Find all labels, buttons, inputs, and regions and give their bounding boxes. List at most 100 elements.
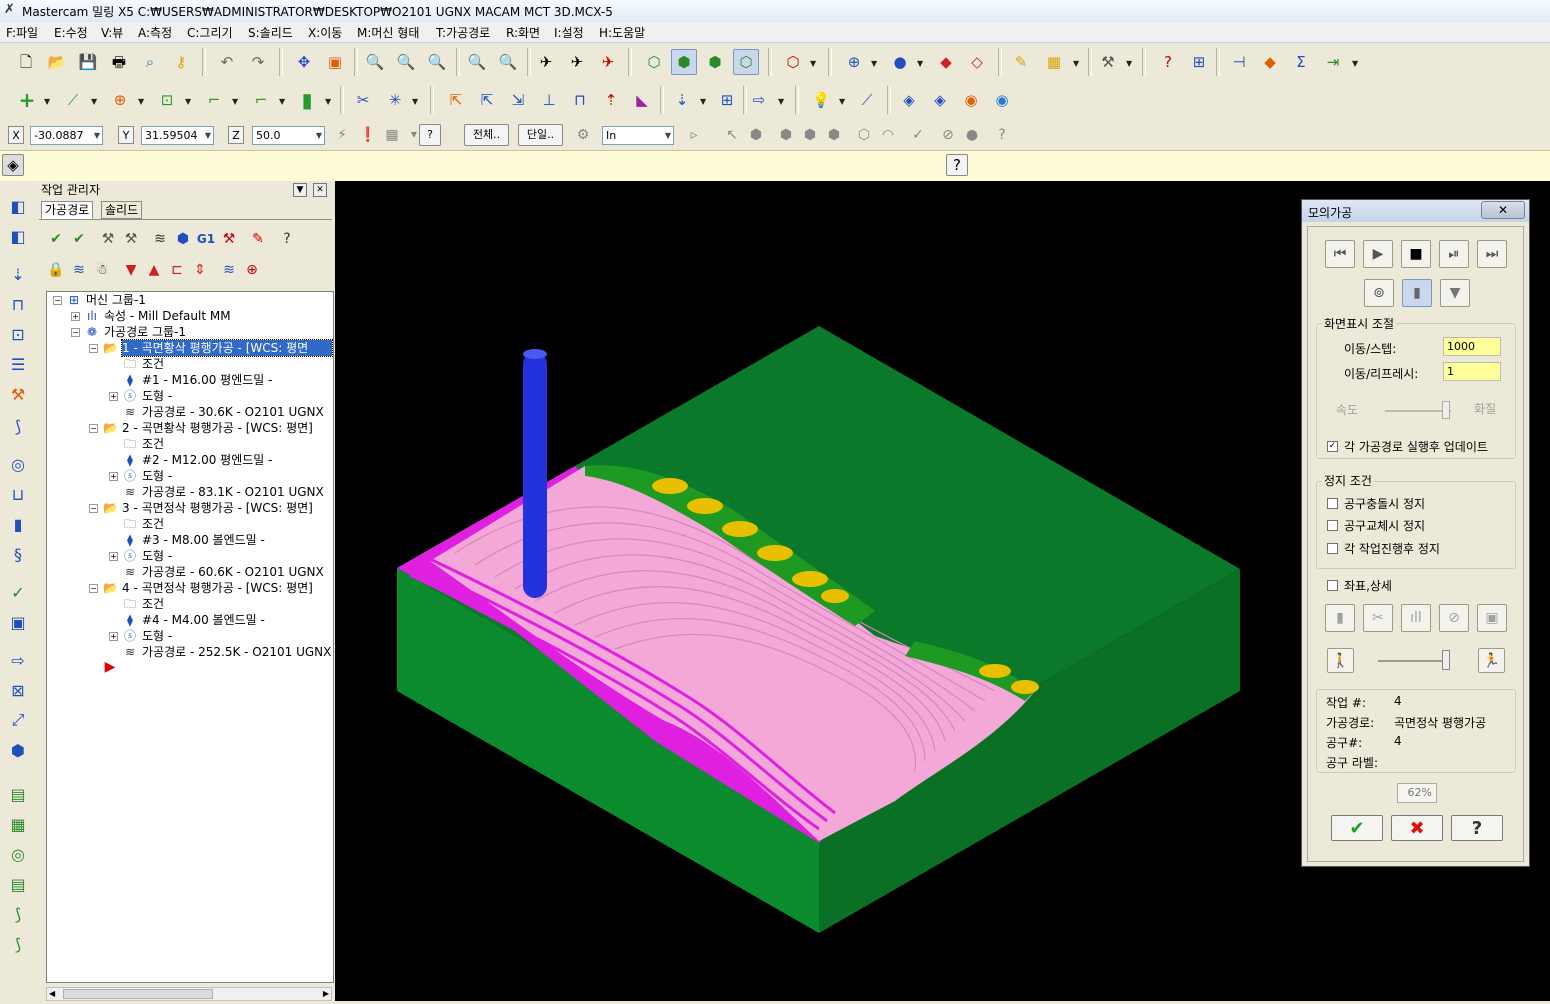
- fast-button[interactable]: 🏃: [1478, 648, 1505, 673]
- hidden-line-icon[interactable]: ⬢: [702, 49, 728, 75]
- help-button[interactable]: ?: [419, 124, 441, 146]
- surface-icon[interactable]: ▮: [294, 87, 320, 113]
- delete-icon[interactable]: ◇: [964, 49, 990, 75]
- undo-icon[interactable]: ↶: [214, 49, 240, 75]
- move-icon[interactable]: ⇨: [746, 87, 772, 113]
- move-updown-icon[interactable]: ⇕: [189, 259, 211, 281]
- tree-operation-3[interactable]: 3 - 곡면정삭 평행가공 - [WCS: 평면]: [122, 500, 313, 516]
- nest-icon[interactable]: ⊠: [5, 677, 31, 703]
- settings-gear-icon[interactable]: ⚙: [573, 124, 593, 146]
- pan-icon[interactable]: ✥: [291, 49, 317, 75]
- update-checkbox[interactable]: ✓: [1327, 441, 1338, 452]
- tree-properties[interactable]: 속성 - Mill Default MM: [104, 308, 231, 324]
- wire-surface-icon[interactable]: ▤: [5, 781, 31, 807]
- chevron-down-icon[interactable]: ▼: [1126, 59, 1132, 68]
- tree-parameters[interactable]: 조건: [142, 356, 164, 372]
- regen-icon[interactable]: ✈: [595, 49, 621, 75]
- body-select-icon[interactable]: ⬢: [800, 124, 820, 146]
- translate-icon[interactable]: ⇱: [443, 87, 469, 113]
- surface-hatch-icon[interactable]: ▦: [5, 811, 31, 837]
- globe-icon[interactable]: ⊕: [841, 49, 867, 75]
- sigma-icon[interactable]: Σ: [1288, 49, 1314, 75]
- backplot-op-icon[interactable]: ≋: [149, 228, 171, 250]
- save-sim-button[interactable]: ▣: [1477, 604, 1507, 632]
- collapse-icon[interactable]: −: [89, 424, 98, 433]
- regen-dirty-icon[interactable]: ⚒: [120, 228, 142, 250]
- help-button[interactable]: ?: [1451, 815, 1503, 841]
- delete-ops-icon[interactable]: ✎: [247, 228, 269, 250]
- lightbulb-icon[interactable]: 💡: [808, 87, 834, 113]
- tree-geometry[interactable]: 도형 -: [142, 388, 172, 404]
- chevron-down-icon[interactable]: ▼: [293, 183, 307, 197]
- check-icon[interactable]: ✓: [5, 579, 31, 605]
- expand-icon[interactable]: +: [71, 312, 80, 321]
- verify-icon[interactable]: ✈: [564, 49, 590, 75]
- translucent-icon[interactable]: ⬡: [733, 49, 759, 75]
- facing-icon[interactable]: ☰: [5, 351, 31, 377]
- menu-screen[interactable]: R:화면: [506, 24, 540, 41]
- circle-slash-icon[interactable]: ⊘: [938, 124, 958, 146]
- move-up-icon[interactable]: ▲: [143, 259, 165, 281]
- expand-icon[interactable]: +: [109, 552, 118, 561]
- toggle-post-icon[interactable]: ☃: [91, 259, 113, 281]
- sphere-select-icon[interactable]: ●: [962, 124, 982, 146]
- tool-no-button[interactable]: ⊘: [1439, 604, 1469, 632]
- unit-select[interactable]: In ▼: [602, 126, 674, 145]
- wand-icon[interactable]: ⚒: [1095, 49, 1121, 75]
- tree-tool[interactable]: #4 - M4.00 볼엔드밀 -: [142, 612, 265, 628]
- step-forward-button[interactable]: ⏯: [1439, 240, 1469, 268]
- select-arrow-icon[interactable]: ▹: [684, 124, 704, 146]
- tree-geometry[interactable]: 도형 -: [142, 628, 172, 644]
- move-down-icon[interactable]: ▼: [120, 259, 142, 281]
- back-face-icon[interactable]: ◠: [878, 124, 898, 146]
- key-icon[interactable]: ⚷: [168, 49, 194, 75]
- collapse-icon[interactable]: −: [89, 344, 98, 353]
- branch-icon[interactable]: ⟆: [5, 931, 31, 957]
- collapse-icon[interactable]: −: [53, 296, 62, 305]
- block-icon[interactable]: ◧: [5, 193, 31, 219]
- post-icon[interactable]: ▣: [5, 609, 31, 635]
- redo-icon[interactable]: ↷: [245, 49, 271, 75]
- line-icon[interactable]: ⟋: [60, 87, 86, 113]
- rectangle-icon[interactable]: ⊡: [154, 87, 180, 113]
- open-file-icon[interactable]: 📂: [44, 49, 70, 75]
- tool-icon[interactable]: ⚒: [5, 381, 31, 407]
- level-icon[interactable]: ▦: [382, 124, 402, 146]
- coords-detail-checkbox[interactable]: [1327, 580, 1338, 591]
- collapse-icon[interactable]: −: [89, 584, 98, 593]
- play-button[interactable]: ▶: [1363, 240, 1393, 268]
- break-icon[interactable]: ✳: [382, 87, 408, 113]
- stop-toolchange-checkbox[interactable]: [1327, 520, 1338, 531]
- toolpath-cube-icon[interactable]: ◈: [927, 87, 953, 113]
- regen-selected-icon[interactable]: ⚒: [97, 228, 119, 250]
- expand-icon[interactable]: +: [109, 472, 118, 481]
- scroll-right-icon[interactable]: ▶: [323, 989, 329, 998]
- flowline-icon[interactable]: ▤: [5, 871, 31, 897]
- cube-icon[interactable]: ◧: [5, 223, 31, 249]
- rewind-button[interactable]: ⏮: [1325, 240, 1355, 268]
- tree-toolpath-group[interactable]: 가공경로 그룹-1: [104, 324, 186, 340]
- drill-icon[interactable]: ⇣: [669, 87, 695, 113]
- chevron-down-icon[interactable]: ▼: [1073, 59, 1079, 68]
- expand-icon[interactable]: +: [109, 392, 118, 401]
- chevron-down-icon[interactable]: ▼: [232, 97, 238, 106]
- menu-analyze[interactable]: A:측정: [138, 24, 172, 41]
- single-button[interactable]: 단일..: [518, 124, 563, 146]
- hatch-icon[interactable]: ▦: [1041, 49, 1067, 75]
- stop-button[interactable]: ■: [1401, 240, 1431, 268]
- highfeed-icon[interactable]: ⚒: [218, 228, 240, 250]
- zoom-window-icon[interactable]: 🔍: [362, 49, 388, 75]
- refresh-input[interactable]: 1: [1443, 362, 1501, 381]
- tree-operation-2[interactable]: 2 - 곡면황삭 평행가공 - [WCS: 평면]: [122, 420, 313, 436]
- tree-tool[interactable]: #1 - M16.00 평엔드밀 -: [142, 372, 272, 388]
- tree-toolpath[interactable]: 가공경로 - 252.5K - O2101 UGNX: [142, 644, 331, 660]
- horizontal-scrollbar[interactable]: ◀ ▶: [46, 987, 332, 1001]
- mastercam-x-icon[interactable]: ✗: [4, 3, 18, 17]
- dimension-icon[interactable]: ⊣: [1226, 49, 1252, 75]
- mirror-icon[interactable]: ⇲: [505, 87, 531, 113]
- tree-tool[interactable]: #3 - M8.00 볼엔드밀 -: [142, 532, 265, 548]
- unzoom-icon[interactable]: 🔍: [424, 49, 450, 75]
- verify-op-icon[interactable]: ⬢: [172, 228, 194, 250]
- menu-toolpaths[interactable]: T:가공경로: [436, 24, 490, 41]
- scroll-thumb[interactable]: [63, 989, 213, 999]
